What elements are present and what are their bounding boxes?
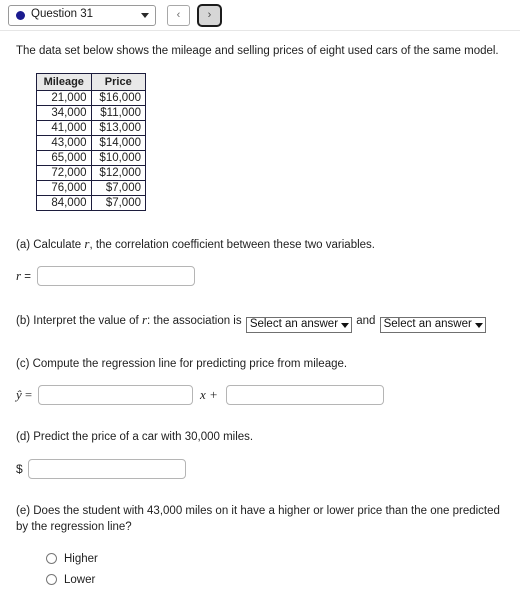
table-header-row: Mileage Price	[36, 72, 146, 91]
part-c-middle-operator: x +	[200, 386, 218, 402]
chevron-down-icon	[341, 322, 350, 328]
association-direction-select[interactable]: Select an answer	[245, 317, 353, 334]
table-row: 76,000 $7,000	[36, 179, 146, 196]
mileage-price-table: Mileage Price 21,000 $16,000 34,000 $11,00…	[36, 72, 146, 211]
part-c-input-label: ŷ =	[16, 387, 32, 403]
association-strength-value: Select an answer	[383, 318, 472, 331]
chevron-down-icon	[141, 12, 149, 18]
table-row: 65,000 $10,000	[36, 149, 146, 166]
part-e-prompt: (e) Does the student with 43,000 miles o…	[16, 504, 500, 533]
question-nav-group: ‹ ›	[167, 3, 222, 27]
cell-mileage: 84,000	[36, 194, 92, 211]
association-strength-select[interactable]: Select an answer	[379, 317, 486, 334]
table-row: 34,000 $11,000	[36, 104, 146, 121]
cell-price: $14,000	[90, 134, 146, 151]
question-intro-text: The data set below shows the mileage and…	[16, 45, 499, 57]
regression-intercept-input[interactable]	[225, 384, 384, 405]
radio-label-higher: Higher	[64, 552, 98, 565]
cell-price: $10,000	[90, 149, 146, 166]
part-c-answer-row: ŷ = x +	[8, 384, 512, 405]
part-a-answer-row: r =	[8, 266, 512, 287]
cell-price: $12,000	[90, 164, 146, 181]
table-row: 21,000 $16,000	[36, 89, 146, 106]
status-dot-icon	[16, 10, 25, 20]
table-row: 72,000 $12,000	[36, 164, 146, 181]
correlation-coefficient-input[interactable]	[36, 266, 195, 287]
equals-symbol: =	[24, 387, 33, 402]
table-row: 43,000 $14,000	[36, 134, 146, 151]
cell-mileage: 65,000	[36, 149, 92, 166]
cell-mileage: 76,000	[36, 179, 92, 196]
part-b-conjunction: and	[353, 315, 379, 328]
top-navigation-bar: Question 31 ‹ ›	[0, 0, 520, 30]
header-divider	[0, 30, 520, 31]
cell-mileage: 34,000	[36, 104, 92, 121]
part-b-text-middle: : the association is	[147, 315, 245, 328]
part-a-input-label: r =	[16, 268, 31, 284]
radio-button-icon[interactable]	[46, 553, 57, 565]
part-c-prompt: (c) Compute the regression line for pred…	[16, 358, 348, 371]
radio-label-lower: Lower	[64, 573, 96, 586]
cell-price: $7,000	[90, 194, 146, 211]
data-table-wrapper: Mileage Price 21,000 $16,000 34,000 $11,00…	[8, 72, 512, 211]
cell-price: $11,000	[90, 104, 146, 121]
question-selector-label: Question 31	[31, 8, 94, 21]
radio-option-higher[interactable]: Higher	[46, 549, 512, 569]
part-e-radio-group: Higher Lower	[8, 549, 512, 590]
next-question-button[interactable]: ›	[197, 3, 222, 27]
table-row: 84,000 $7,000	[36, 194, 146, 211]
part-a-prompt: (a) Calculate r, the correlation coeffic…	[8, 235, 512, 254]
part-b-text-before: (b) Interpret the value of	[16, 315, 142, 328]
cell-price: $13,000	[90, 119, 146, 136]
r-equals: =	[21, 271, 31, 284]
column-header-mileage: Mileage	[36, 72, 92, 91]
table-row: 41,000 $13,000	[36, 119, 146, 136]
cell-price: $16,000	[90, 89, 146, 106]
part-d-prompt: (d) Predict the price of a car with 30,0…	[16, 430, 254, 443]
association-direction-value: Select an answer	[249, 318, 339, 331]
column-header-price: Price	[90, 72, 146, 91]
dollar-sign-label: $	[16, 461, 23, 476]
part-b-prompt: (b) Interpret the value of r: the associ…	[8, 311, 512, 334]
previous-question-button[interactable]: ‹	[167, 4, 190, 26]
predicted-price-input[interactable]	[27, 458, 186, 479]
question-content: The data set below shows the mileage and…	[0, 44, 520, 590]
chevron-down-icon	[474, 322, 483, 328]
part-a-text-before: (a) Calculate	[16, 238, 85, 251]
regression-slope-input[interactable]	[38, 384, 194, 405]
radio-button-icon[interactable]	[46, 574, 57, 586]
question-selector-dropdown[interactable]: Question 31	[8, 4, 156, 26]
yhat-symbol: ŷ	[16, 386, 22, 402]
cell-mileage: 21,000	[36, 89, 92, 106]
part-a-text-after: , the correlation coefficient between th…	[89, 238, 375, 251]
part-d-answer-row: $	[8, 458, 512, 479]
cell-mileage: 72,000	[36, 164, 92, 181]
cell-mileage: 41,000	[36, 119, 92, 136]
cell-mileage: 43,000	[36, 134, 92, 151]
cell-price: $7,000	[90, 179, 146, 196]
radio-option-lower[interactable]: Lower	[46, 570, 512, 590]
